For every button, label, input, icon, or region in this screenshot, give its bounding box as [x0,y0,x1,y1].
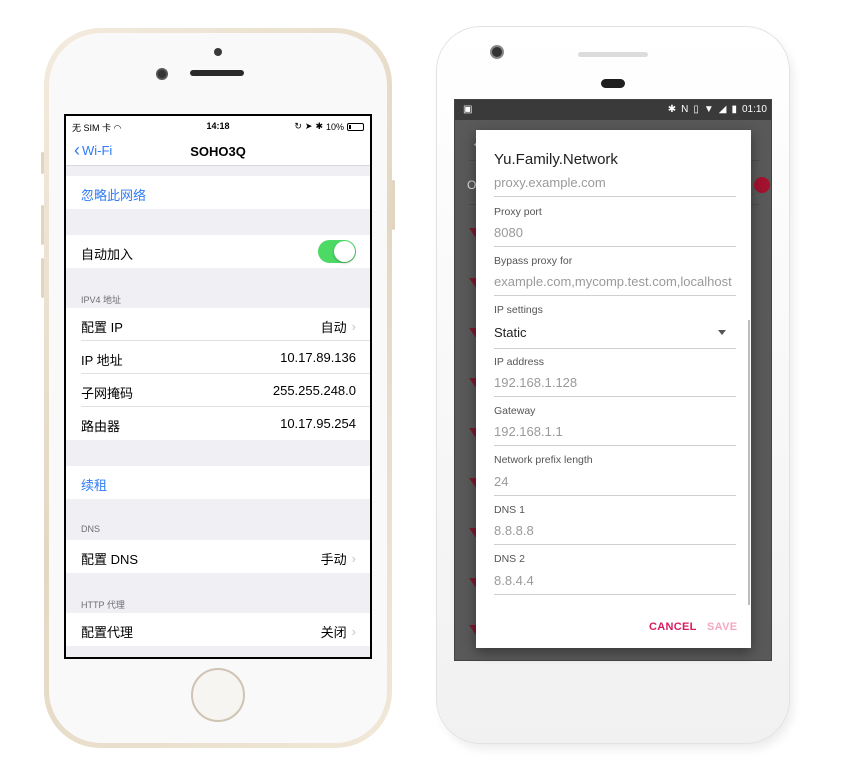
bluetooth-icon: ✱ [315,121,323,131]
iphone-proximity-sensor [214,48,222,56]
auto-join-label: 自动加入 [81,247,134,262]
gateway-label: Gateway [494,405,536,417]
renew-lease-button[interactable]: 续租 [66,466,370,499]
dns-section-header: DNS [81,524,101,534]
signal-icon: ◢ [718,104,727,115]
ios-screen: 无 SIM 卡 ◠ 14:18 ↻ ➤ ✱ 10% ‹ Wi-Fi SOHO3Q… [64,114,372,659]
bypass-proxy-label: Bypass proxy for [494,255,573,267]
save-button[interactable]: SAVE [707,621,737,633]
battery-icon [347,122,364,131]
dns1-field[interactable]: 8.8.8.8 [494,523,736,545]
iphone-earpiece [190,70,244,76]
gateway-field[interactable]: 192.168.1.1 [494,424,736,446]
rotation-lock-icon: ↻ [294,121,302,131]
bypass-proxy-field[interactable]: example.com,mycomp.test.com,localhost [494,274,736,296]
page-title: SOHO3Q [190,144,246,159]
vibrate-icon: ▯ [693,104,699,115]
android-status-bar: ▣ ✱ N ▯ ▼ ◢ ▮ 01:10 [455,100,771,120]
bluetooth-icon: ✱ [667,104,677,115]
dropdown-arrow-icon [718,330,726,335]
bg-toggle [754,177,770,193]
chevron-right-icon: › [351,551,356,566]
dns1-label: DNS 1 [494,504,525,516]
proxy-port-label: Proxy port [494,206,542,218]
ip-settings-label: IP settings [494,304,543,316]
prefix-length-label: Network prefix length [494,454,593,466]
ip-address-cell: IP 地址 10.17.89.136 [66,341,370,374]
ios-status-bar: 无 SIM 卡 ◠ 14:18 ↻ ➤ ✱ 10% [66,116,370,136]
screenshot-icon: ▣ [463,104,473,115]
forget-network-button[interactable]: 忽略此网络 [66,176,370,209]
auto-join-cell: 自动加入 [66,235,370,268]
dialog-title: Yu.Family.Network [494,151,618,168]
iphone-mute-switch [41,152,44,174]
subnet-mask-cell: 子网掩码 255.255.248.0 [66,374,370,407]
iphone-volume-down [41,258,44,298]
dialog-scrollbar[interactable] [748,320,750,605]
dialog-form[interactable]: proxy.example.com Proxy port 8080 Bypass… [476,170,751,598]
battery-icon: ▮ [731,104,737,115]
ip-address-field[interactable]: 192.168.1.128 [494,375,736,397]
android-earpiece [578,52,648,57]
status-right: ↻ ➤ ✱ 10% [294,121,364,132]
ios-nav-bar: ‹ Wi-Fi SOHO3Q [66,136,370,166]
network-dialog: Yu.Family.Network proxy.example.com Prox… [476,130,751,648]
proxy-hostname-field[interactable]: proxy.example.com [494,175,736,197]
ip-settings-dropdown[interactable]: Static [494,325,736,349]
configure-ip-cell[interactable]: 配置 IP 自动 › [66,308,370,341]
configure-proxy-cell[interactable]: 配置代理 关闭 › [66,613,370,646]
android-sensor [601,79,625,88]
android-front-camera [490,45,504,59]
auto-join-toggle[interactable] [318,240,356,263]
battery-percent: 10% [325,121,344,132]
wifi-icon: ▼ [703,104,714,115]
dns2-label: DNS 2 [494,553,525,565]
chevron-right-icon: › [351,624,356,639]
prefix-length-field[interactable]: 24 [494,474,736,496]
proxy-port-field[interactable]: 8080 [494,225,736,247]
nfc-icon: N [681,104,689,115]
proxy-section-header: HTTP 代理 [81,600,125,610]
router-cell: 路由器 10.17.95.254 [66,407,370,440]
ipv4-section-header: IPV4 地址 [81,295,122,305]
bg-letter: O [467,178,477,192]
iphone-volume-up [41,205,44,245]
ip-address-label: IP address [494,356,545,368]
dns2-field[interactable]: 8.8.4.4 [494,573,736,595]
ip-settings-value: Static [494,325,527,340]
toggle-knob [334,241,355,262]
cancel-button[interactable]: CANCEL [649,621,697,633]
location-icon: ➤ [304,121,313,131]
chevron-right-icon: › [351,319,356,334]
status-time: 01:10 [741,104,767,115]
iphone-power-button [392,180,395,230]
iphone-front-camera [156,68,168,80]
iphone-home-button[interactable] [191,668,245,722]
configure-dns-cell[interactable]: 配置 DNS 手动 › [66,540,370,573]
